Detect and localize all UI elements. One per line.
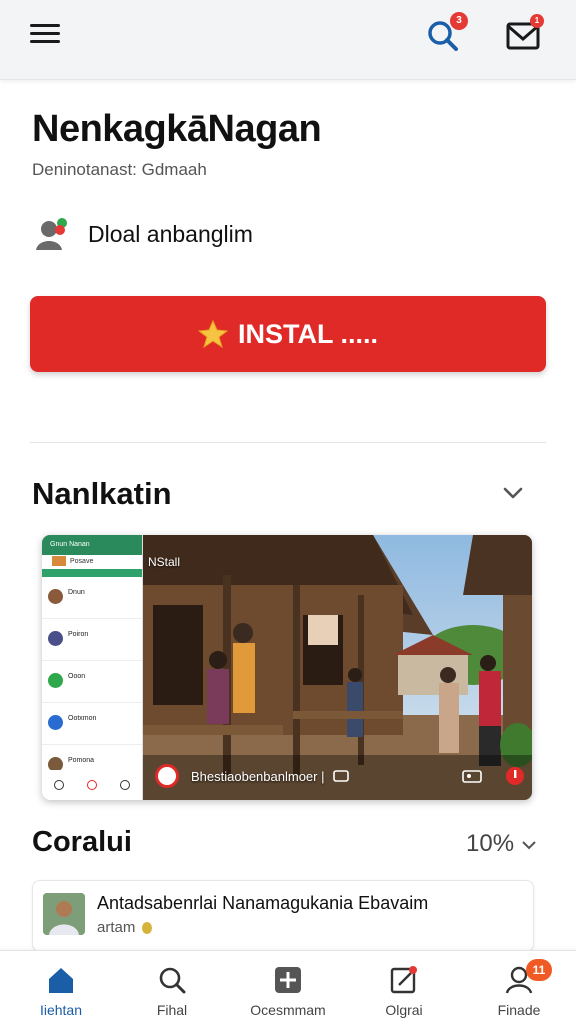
app-title: NenkagkāNagan [32,108,322,150]
nav-label: Olgrai [385,1002,423,1018]
top-app-bar: 3 1 [0,0,576,80]
avatar [48,715,63,730]
ratings-dropdown[interactable]: 10% [466,830,537,858]
add-icon [275,967,301,993]
edit-icon [390,966,417,994]
menu-icon[interactable] [30,22,62,46]
developer-row[interactable]: Dloal anbanglim [32,214,253,254]
scene-controls [462,765,526,787]
phone-list-item: Poiron [42,619,142,661]
alert-icon[interactable] [504,765,526,787]
phone-item-name: Pomona [68,757,95,764]
review-title: Antadsabenrlai Nanamagukania Ebavaim [97,893,429,913]
avatar [48,589,63,604]
avatar [48,673,63,688]
bottom-navigation: Iiehtan Fihal Ocesmmam Olgrai 11 Finade [0,950,576,1024]
nav-item-search[interactable]: Fihal [117,951,227,1024]
search-badge: 3 [450,12,468,30]
phone-list-item: Ooon [42,661,142,703]
inbox-button[interactable]: 1 [504,14,544,56]
screenshot-preview[interactable]: Gnun Nanan Posave Dnun Poiron Ooon Ootxmon P… [42,535,532,800]
phone-list-item: Ootxmon [42,703,142,745]
nav-item-profile[interactable]: 11 Finade [464,951,574,1024]
ratings-value: 10% [466,830,515,857]
review-card[interactable]: Antadsabenrlai Nanamagukania Ebavaim art… [32,880,534,952]
phone-item-name: Dnun [68,589,85,596]
scene-label: NStall [148,555,181,569]
person-icon [36,218,67,250]
nav-label: Finade [497,1002,541,1018]
avatar [48,631,63,646]
screenshots-section-title: Nanlkatin [32,476,172,511]
phone-subheader: Posave [42,555,142,569]
app-subtitle: Deninotanast: Gdmaah [32,160,207,179]
chevron-down-icon[interactable] [500,482,526,504]
developer-avatar [32,214,72,254]
nav-item-edit[interactable]: Olgrai [349,951,459,1024]
search-button[interactable]: 3 [424,12,468,56]
nav-item-home[interactable]: Iiehtan [6,951,116,1024]
record-icon [155,764,179,788]
nav-label: Fihal [156,1002,188,1018]
install-button[interactable]: INSTAL ..... [30,296,546,372]
ratings-section-title: Coralui [32,826,132,858]
profile-badge: 11 [526,959,552,981]
install-label: INSTAL ..... [237,318,378,349]
review-meta: artam [97,919,152,936]
star-icon [197,319,228,349]
search-icon [159,967,186,994]
divider [30,442,546,443]
phone-nav [42,770,142,800]
caption-icon [333,770,350,782]
phone-header: Gnun Nanan [42,535,142,555]
phone-list-item: Dnun [42,577,142,619]
phone-item-name: Ootxmon [68,715,97,722]
reviewer-avatar [43,893,85,935]
phone-item-name: Ooon [68,673,86,680]
phone-mockup: Gnun Nanan Posave Dnun Poiron Ooon Ootxmon P… [42,535,143,800]
phone-accent-bar [42,569,142,577]
nav-label: Iiehtan [39,1002,83,1018]
phone-item-name: Poiron [68,631,89,638]
scene-caption: Bhestiaobenbanlmoer | [155,763,350,789]
coin-icon [141,922,152,935]
developer-name: Dloal anbanglim [88,220,253,247]
chevron-down-icon [522,840,536,850]
home-icon [49,968,73,993]
mail-badge: 1 [530,14,544,28]
nav-label: Ocesmmam [250,1002,326,1018]
village-scene-image [143,535,532,800]
nav-item-create[interactable]: Ocesmmam [233,951,343,1024]
gallery-icon[interactable] [462,768,482,784]
